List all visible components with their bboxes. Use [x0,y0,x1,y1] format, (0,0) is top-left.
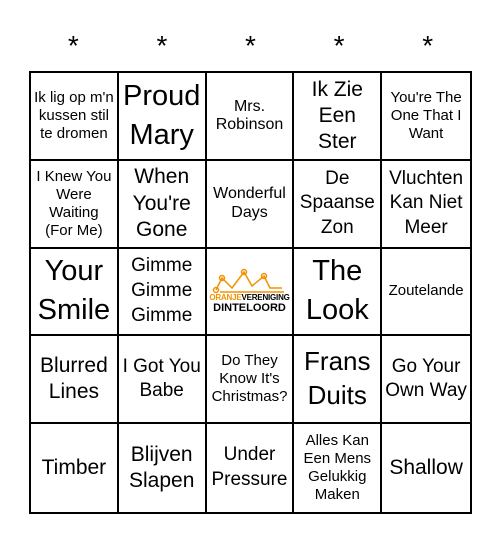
bingo-cell[interactable]: Ik lig op m'n kussen stil te dromen [31,73,119,161]
bingo-cell[interactable]: I Got You Babe [118,336,207,425]
free-space[interactable]: ORANJEVERENIGING DINTELOORD [206,248,295,337]
bingo-cell[interactable]: Your Smile [31,248,119,337]
bingo-cell[interactable]: Shallow [382,424,470,512]
bingo-cell[interactable]: Alles Kan Een Mens Gelukkig Maken [294,424,383,512]
logo-text-dinteloord: DINTELOORD [213,302,286,315]
bingo-cell[interactable]: The Look [294,248,383,337]
bingo-cell[interactable]: Blijven Slapen [119,424,207,512]
bingo-cell[interactable]: Under Pressure [207,424,295,512]
header-mark: * [422,30,434,61]
bingo-cell[interactable]: When You're Gone [118,160,207,249]
bingo-cell[interactable]: Blurred Lines [31,336,119,425]
bingo-cell[interactable]: Go Your Own Way [382,336,470,425]
bingo-cell[interactable]: Gimme Gimme Gimme [118,248,207,337]
oranjevereniging-logo: ORANJEVERENIGING DINTELOORD [209,268,290,315]
bingo-header: * * * * * [29,28,472,64]
crown-icon [212,269,284,294]
bingo-cell[interactable]: Frans Duits [294,336,383,425]
logo-text-vereniging: VERENIGING [241,293,290,303]
bingo-cell[interactable]: Timber [31,424,119,512]
bingo-cell[interactable]: Proud Mary [118,73,207,161]
logo-text-oranje: ORANJE [209,293,242,303]
header-mark: * [245,30,256,61]
header-mark: * [67,30,79,61]
bingo-cell[interactable]: Wonderful Days [206,160,295,249]
bingo-cell[interactable]: Ik Zie Een Ster [294,73,383,161]
bingo-card: Ik lig op m'n kussen stil te dromen Prou… [29,71,472,514]
bingo-cell[interactable]: You're The One That I Want [382,73,470,161]
bingo-cell[interactable]: De Spaanse Zon [294,160,383,249]
header-mark: * [156,30,168,61]
bingo-cell[interactable]: Vluchten Kan Niet Meer [382,161,470,249]
bingo-cell[interactable]: I Knew You Were Waiting (For Me) [31,160,119,249]
bingo-cell[interactable]: Mrs. Robinson [206,73,295,161]
bingo-cell[interactable]: Do They Know It's Christmas? [206,336,295,425]
bingo-cell[interactable]: Zoutelande [382,249,470,337]
header-mark: * [333,30,345,61]
